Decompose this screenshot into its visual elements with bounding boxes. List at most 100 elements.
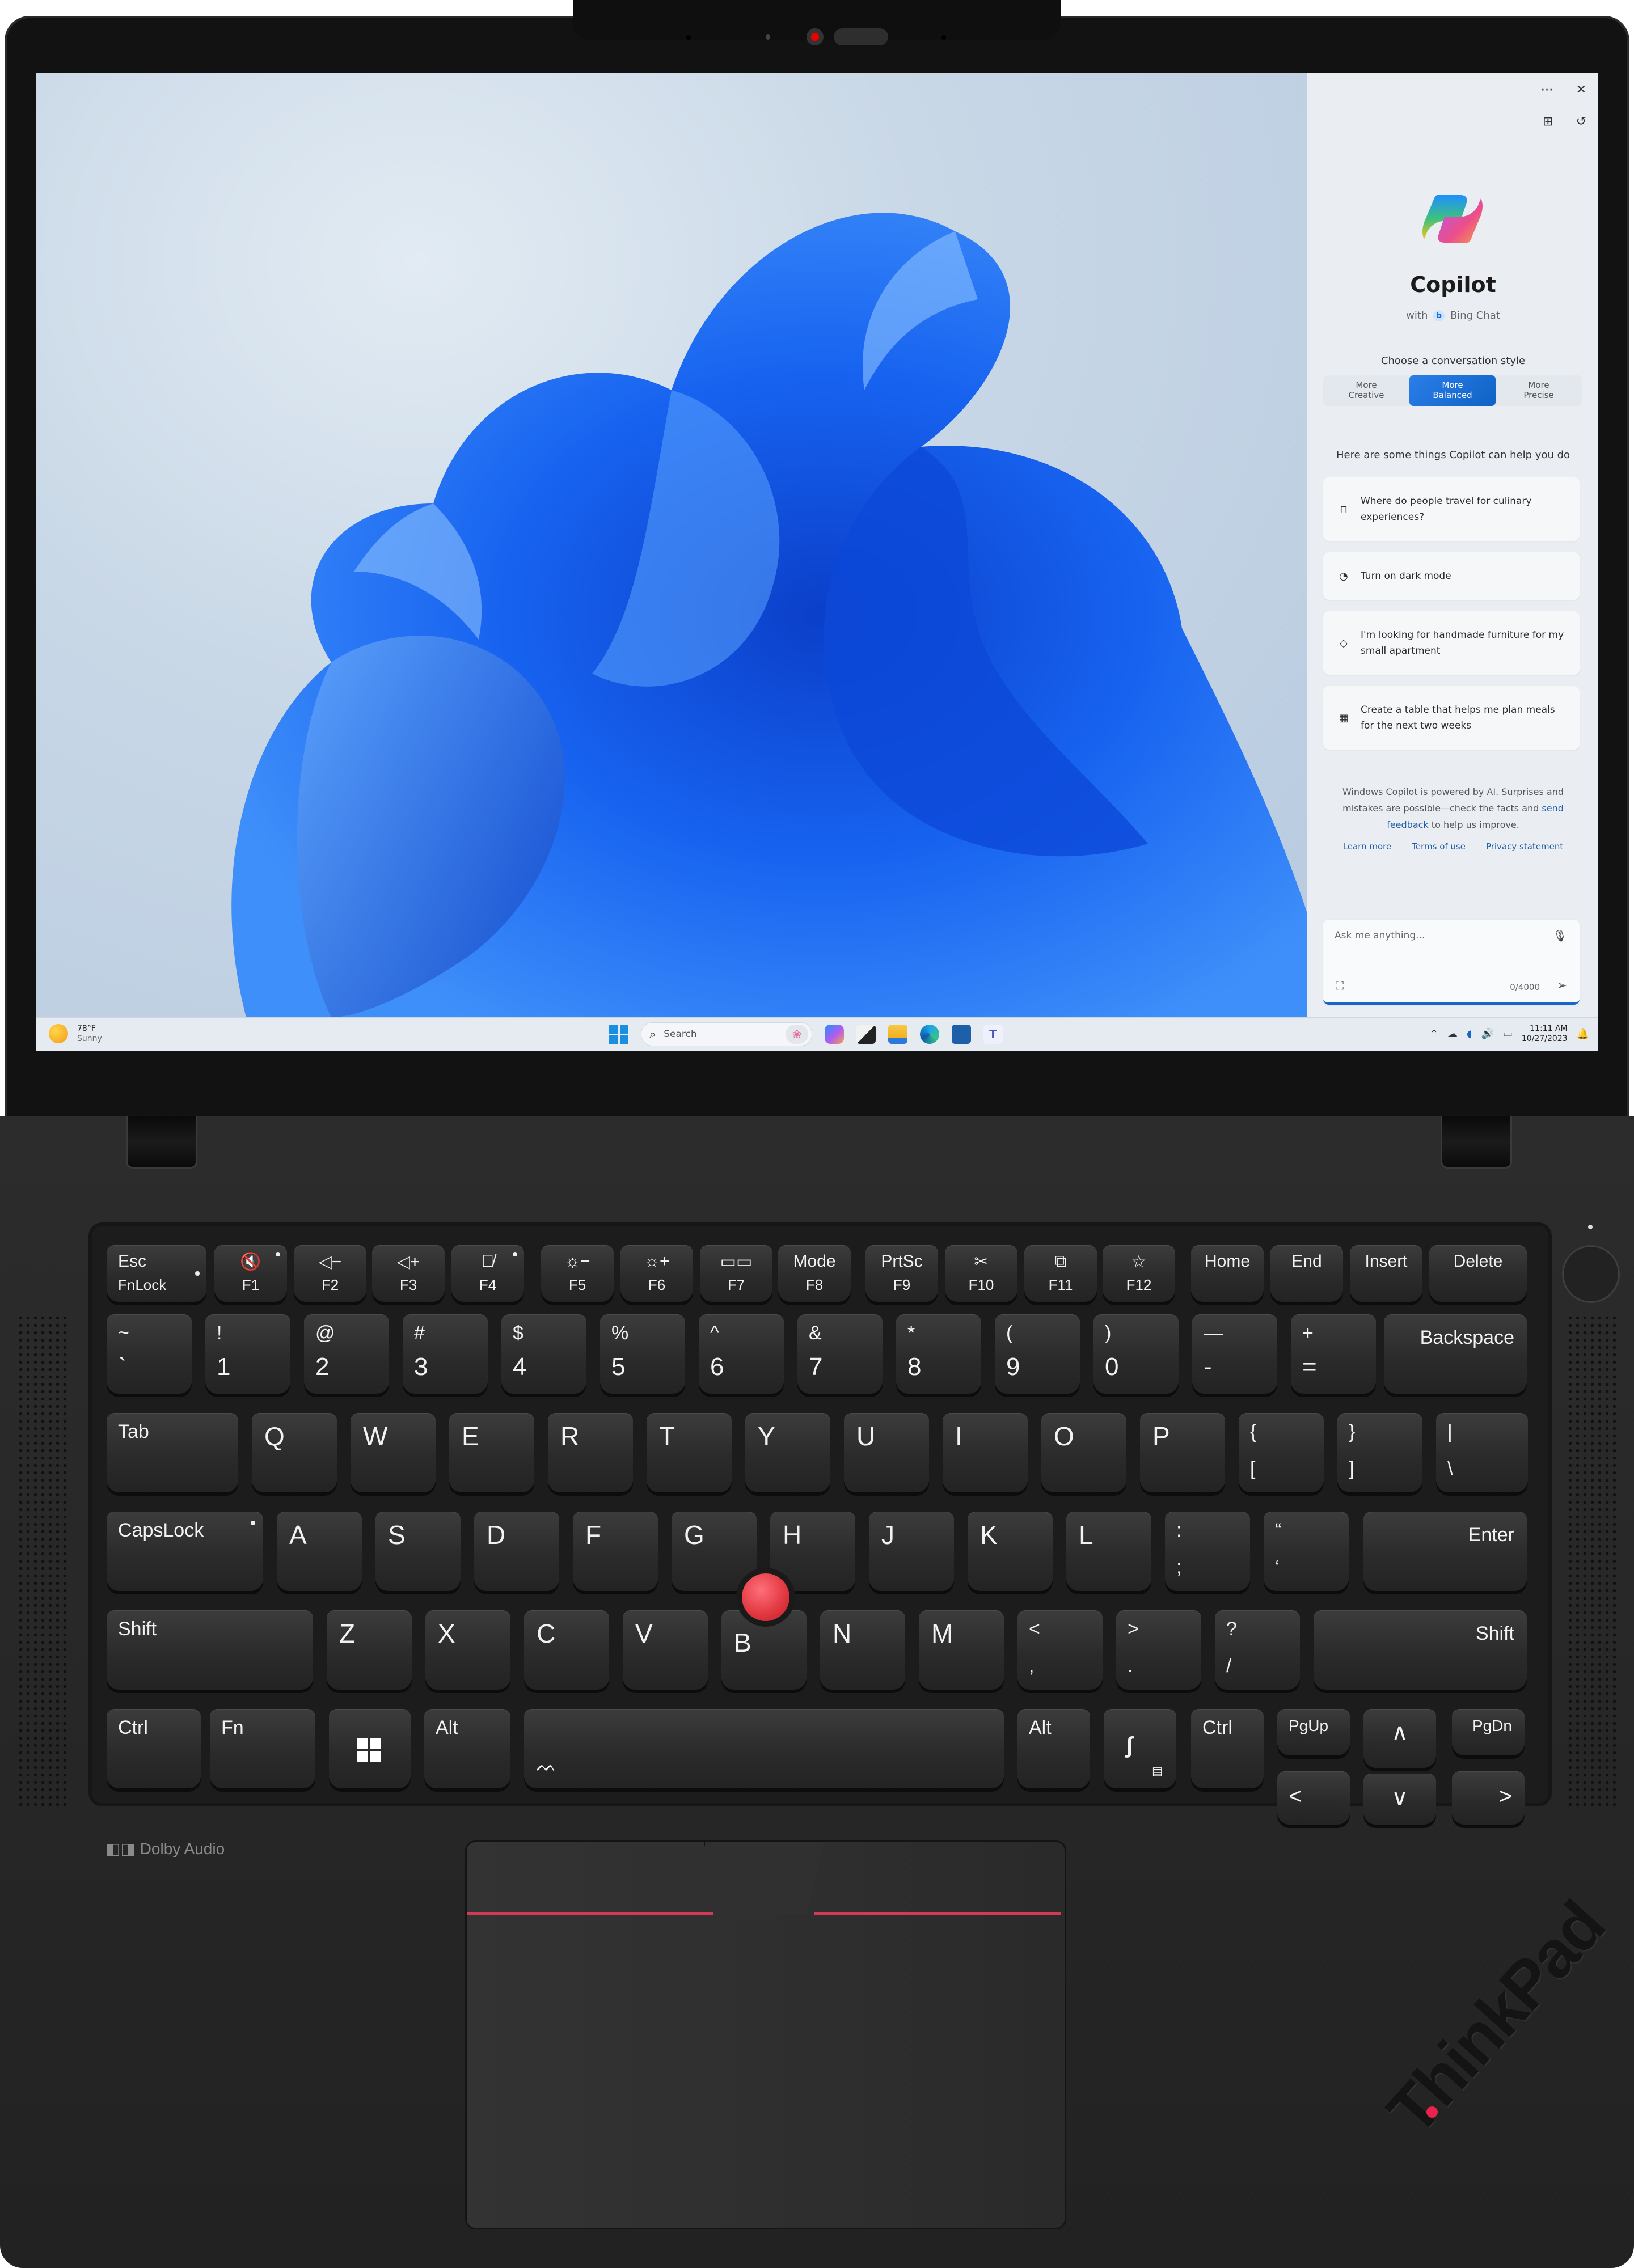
onedrive-cloud-icon[interactable]: ☁ — [1447, 1028, 1458, 1040]
battery-icon[interactable]: ▭ — [1503, 1028, 1513, 1040]
key-g[interactable]: G — [672, 1512, 757, 1591]
touchpad[interactable] — [465, 1840, 1066, 2229]
power-button[interactable] — [1562, 1245, 1620, 1303]
edge-icon[interactable] — [920, 1025, 939, 1044]
history-icon[interactable]: ↺ — [1576, 115, 1586, 129]
style-more-precise[interactable]: More Precise — [1496, 375, 1582, 406]
key-punct-0[interactable]: : ; — [1165, 1512, 1250, 1591]
key-f3[interactable]: ◁+ F3 — [372, 1245, 445, 1302]
key-tab[interactable]: Tab — [107, 1413, 238, 1492]
key-f9[interactable]: PrtSc F9 — [865, 1245, 938, 1302]
key-p[interactable]: P — [1140, 1413, 1225, 1492]
key-num-4[interactable]: $ 4 — [501, 1314, 586, 1394]
key-shift-right[interactable]: Shift — [1314, 1610, 1527, 1690]
key-alt-right[interactable]: Alt — [1017, 1709, 1090, 1788]
key-f6[interactable]: ☼+ F6 — [620, 1245, 693, 1302]
key-e[interactable]: E — [449, 1413, 534, 1492]
key-m[interactable]: M — [919, 1610, 1004, 1690]
key-pgup[interactable]: PgUp — [1277, 1709, 1350, 1755]
key-end[interactable]: End — [1270, 1245, 1343, 1302]
key-delete[interactable]: Delete — [1429, 1245, 1527, 1302]
screenshot-scan-icon[interactable]: ⛶ — [1336, 979, 1344, 992]
key-home[interactable]: Home — [1191, 1245, 1264, 1302]
show-hidden-icons-chevron-icon[interactable]: ⌃ — [1430, 1028, 1438, 1040]
trackpad-right-button[interactable] — [816, 1842, 1061, 1912]
key-num-12[interactable]: + = — [1291, 1314, 1376, 1394]
volume-icon[interactable]: 🔊 — [1481, 1028, 1493, 1040]
notifications-bell-icon[interactable]: 🔔 — [1577, 1028, 1589, 1040]
terms-of-use-link[interactable]: Terms of use — [1412, 841, 1466, 852]
trackpad-middle-button[interactable] — [704, 1842, 824, 1914]
copilot-taskbar-icon[interactable] — [825, 1025, 844, 1044]
learn-more-link[interactable]: Learn more — [1343, 841, 1392, 852]
key-arrow-up[interactable]: ∧ — [1363, 1709, 1436, 1768]
key-f12[interactable]: ☆ F12 — [1103, 1245, 1175, 1302]
key-fn[interactable]: Fn — [210, 1709, 315, 1788]
style-more-balanced[interactable]: More Balanced — [1409, 375, 1496, 406]
clock[interactable]: 11:11 AM 10/27/2023 — [1522, 1023, 1568, 1044]
taskbar-search[interactable]: ⌕ Search ❀ — [641, 1022, 812, 1046]
key-bracket-2[interactable]: | \ — [1436, 1413, 1528, 1492]
key-l[interactable]: L — [1066, 1512, 1151, 1591]
key-shift-left[interactable]: Shift — [107, 1610, 313, 1690]
microphone-icon[interactable]: 🎙 — [1553, 929, 1567, 942]
ask-input[interactable]: Ask me anything... 🎙 ⛶ 0/4000 ➢ — [1323, 920, 1580, 1005]
key-capslock[interactable]: CapsLock — [107, 1512, 263, 1591]
key-x[interactable]: X — [425, 1610, 510, 1690]
key-num-3[interactable]: # 3 — [403, 1314, 488, 1394]
key-i[interactable]: I — [943, 1413, 1028, 1492]
wifi-vpn-icon[interactable]: ◖ — [1467, 1028, 1472, 1040]
plugins-icon[interactable]: ⊞ — [1543, 115, 1553, 129]
key-num-9[interactable]: ( 9 — [995, 1314, 1080, 1394]
file-explorer-icon[interactable] — [888, 1025, 907, 1044]
key-num-11[interactable]: — - — [1192, 1314, 1277, 1394]
key-o[interactable]: O — [1041, 1413, 1126, 1492]
key-esc[interactable]: Esc FnLock — [107, 1245, 206, 1302]
key-num-0[interactable]: ~ ` — [107, 1314, 192, 1394]
suggestion-card[interactable]: ◇ I'm looking for handmade furniture for… — [1323, 611, 1580, 675]
style-more-creative[interactable]: More Creative — [1323, 375, 1409, 406]
key-punct-lower-1[interactable]: > . — [1116, 1610, 1201, 1690]
key-b[interactable]: B — [721, 1610, 807, 1690]
teams-icon[interactable]: T — [983, 1025, 1003, 1044]
key-f7[interactable]: ▭▭ F7 — [700, 1245, 772, 1302]
key-num-10[interactable]: ) 0 — [1093, 1314, 1179, 1394]
key-y[interactable]: Y — [745, 1413, 830, 1492]
key-c[interactable]: C — [524, 1610, 609, 1690]
key-f[interactable]: F — [573, 1512, 658, 1591]
key-arrow-right[interactable]: > — [1452, 1771, 1525, 1825]
start-button[interactable] — [609, 1025, 628, 1044]
key-ctrl-right[interactable]: Ctrl — [1191, 1709, 1264, 1788]
key-s[interactable]: S — [375, 1512, 461, 1591]
key-t[interactable]: T — [647, 1413, 732, 1492]
key-a[interactable]: A — [277, 1512, 362, 1591]
suggestion-card[interactable]: ▦ Create a table that helps me plan meal… — [1323, 686, 1580, 750]
key-num-8[interactable]: * 8 — [896, 1314, 981, 1394]
suggestion-card[interactable]: ⊓ Where do people travel for culinary ex… — [1323, 477, 1580, 541]
key-f11[interactable]: ⧉ F11 — [1024, 1245, 1097, 1302]
key-num-7[interactable]: & 7 — [797, 1314, 883, 1394]
key-bracket-0[interactable]: { [ — [1239, 1413, 1324, 1492]
key-num-5[interactable]: % 5 — [600, 1314, 685, 1394]
key-alt-left[interactable]: Alt — [424, 1709, 510, 1788]
privacy-shutter[interactable] — [834, 28, 888, 45]
key-ctrl-left[interactable]: Ctrl — [107, 1709, 201, 1788]
key-w[interactable]: W — [351, 1413, 436, 1492]
key-num-6[interactable]: ^ 6 — [699, 1314, 784, 1394]
more-options-icon[interactable]: ⋯ — [1541, 83, 1553, 97]
key-d[interactable]: D — [474, 1512, 559, 1591]
key-k[interactable]: K — [968, 1512, 1053, 1591]
key-f10[interactable]: ✂ F10 — [945, 1245, 1017, 1302]
key-q[interactable]: Q — [252, 1413, 337, 1492]
key-r[interactable]: R — [548, 1413, 633, 1492]
key-backspace[interactable]: Backspace — [1384, 1314, 1527, 1394]
close-icon[interactable]: ✕ — [1576, 83, 1586, 97]
trackpad-left-button[interactable] — [467, 1842, 711, 1912]
key-punct-1[interactable]: “ ‘ — [1264, 1512, 1349, 1591]
trackpoint[interactable] — [742, 1573, 789, 1621]
key-z[interactable]: Z — [327, 1610, 412, 1690]
key-f2[interactable]: ◁− F2 — [294, 1245, 366, 1302]
key-num-1[interactable]: ! 1 — [205, 1314, 290, 1394]
key-f4[interactable]: 🎙̸ F4 — [451, 1245, 524, 1302]
key-punct-lower-2[interactable]: ? / — [1215, 1610, 1300, 1690]
